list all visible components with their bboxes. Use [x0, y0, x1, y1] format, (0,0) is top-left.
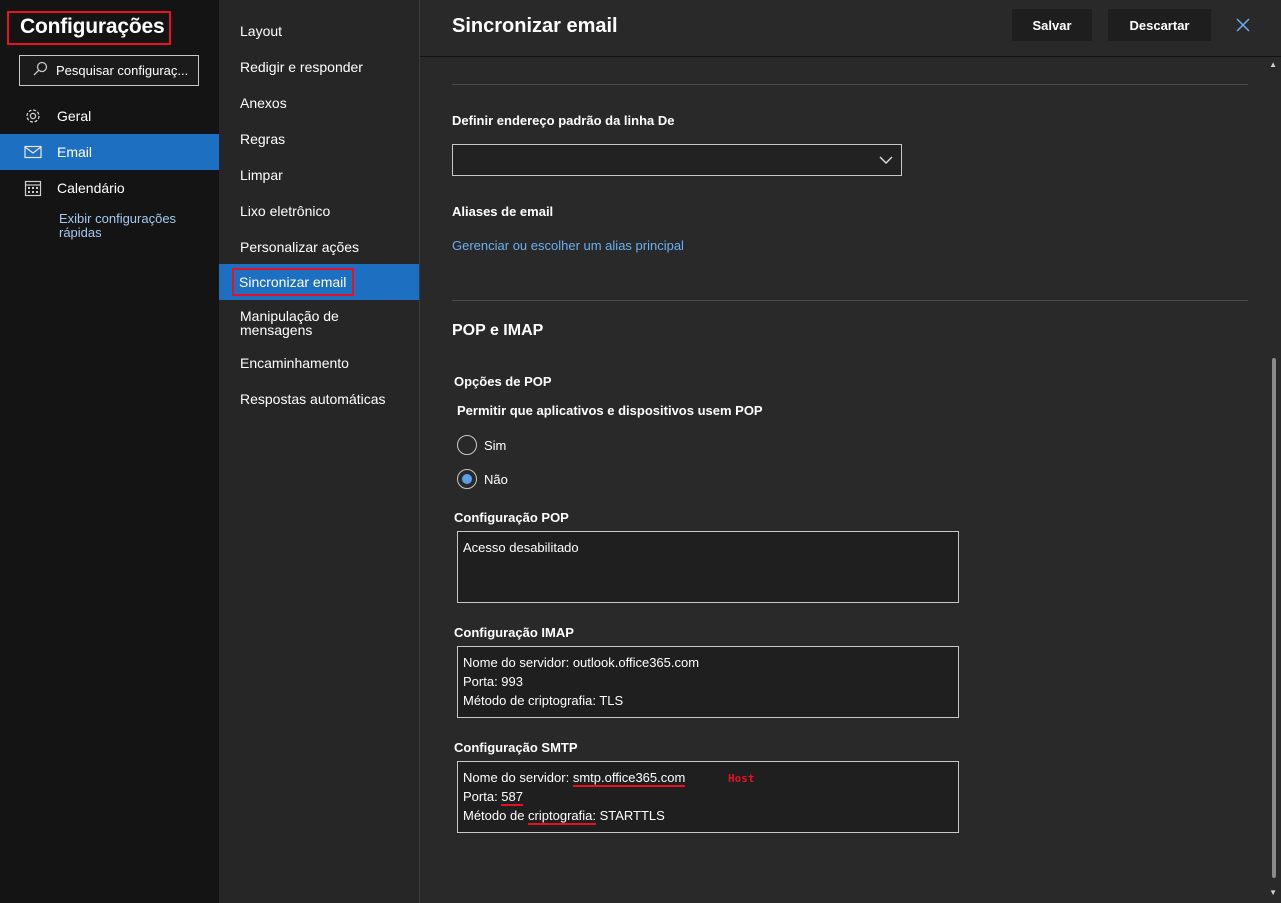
- settings-content: Definir endereço padrão da linha De Alia…: [420, 58, 1281, 903]
- radio-circle-selected: [457, 469, 477, 489]
- quick-settings-link[interactable]: Exibir configurações rápidas: [59, 212, 199, 240]
- from-address-label: Definir endereço padrão da linha De: [452, 113, 675, 128]
- divider: [452, 84, 1248, 85]
- imap-config-box: Nome do servidor: outlook.office365.com …: [457, 646, 959, 718]
- nav-calendar[interactable]: Calendário: [0, 170, 219, 206]
- email-settings-nav: Layout Redigir e responder Anexos Regras…: [219, 0, 420, 903]
- search-settings-input[interactable]: Pesquisar configuraç...: [19, 55, 199, 86]
- radio-no-label: Não: [484, 471, 508, 487]
- imap-port: Porta: 993: [463, 674, 523, 689]
- imap-encryption: Método de criptografia: TLS: [463, 693, 624, 708]
- app: Configurações Pesquisar configuraç... Ge…: [0, 0, 1281, 903]
- manage-aliases-link[interactable]: Gerenciar ou escolher um alias principal: [452, 238, 684, 253]
- mid-item-customize-actions[interactable]: Personalizar ações: [219, 234, 419, 259]
- main-panel: Sincronizar email Salvar Descartar Defin…: [420, 0, 1281, 903]
- aliases-label: Aliases de email: [452, 204, 554, 219]
- scroll-down-icon[interactable]: ▼: [1269, 888, 1277, 897]
- page-title: Sincronizar email: [452, 15, 618, 37]
- chevron-down-icon: [879, 153, 893, 171]
- mid-item-junk[interactable]: Lixo eletrônico: [219, 198, 419, 223]
- smtp-port: Porta: 587: [463, 787, 953, 806]
- mid-item-sync-email[interactable]: Sincronizar email: [219, 264, 419, 300]
- mid-item-rules[interactable]: Regras: [219, 126, 419, 151]
- smtp-crypto-underlined: criptografia:: [528, 808, 596, 825]
- radio-circle: [457, 435, 477, 455]
- divider: [452, 300, 1248, 301]
- nav-general[interactable]: Geral: [0, 98, 219, 134]
- imap-server: Nome do servidor: outlook.office365.com: [463, 655, 700, 670]
- pop-config-text: Acesso desabilitado: [463, 540, 579, 555]
- discard-button[interactable]: Descartar: [1108, 9, 1211, 41]
- mid-item-message-handling[interactable]: Manipulação de mensagens: [219, 308, 359, 338]
- nav-email[interactable]: Email: [0, 134, 219, 170]
- mid-item-auto-replies[interactable]: Respostas automáticas: [219, 386, 419, 411]
- nav-calendar-label: Calendário: [57, 180, 125, 196]
- left-nav: Configurações Pesquisar configuraç... Ge…: [0, 0, 219, 903]
- radio-pop-no[interactable]: Não: [457, 469, 508, 489]
- smtp-server-value: smtp.office365.com: [572, 770, 686, 787]
- radio-yes-label: Sim: [484, 437, 507, 453]
- gear-icon: [24, 107, 42, 125]
- search-placeholder: Pesquisar configuraç...: [56, 63, 189, 78]
- nav-general-label: Geral: [57, 108, 92, 124]
- mail-icon: [24, 143, 42, 161]
- imap-config-label: Configuração IMAP: [454, 625, 574, 640]
- mid-item-compose[interactable]: Redigir e responder: [219, 54, 419, 79]
- mid-item-layout[interactable]: Layout: [219, 18, 419, 43]
- mid-item-sweep[interactable]: Limpar: [219, 162, 419, 187]
- smtp-crypto-part: Método de: [463, 808, 529, 823]
- sync-email-label: Sincronizar email: [232, 268, 355, 296]
- scroll-up-icon[interactable]: ▲: [1269, 60, 1277, 69]
- radio-pop-yes[interactable]: Sim: [457, 435, 506, 455]
- search-icon: [32, 61, 50, 80]
- mid-item-attachments[interactable]: Anexos: [219, 90, 419, 115]
- smtp-crypto-value: STARTTLS: [595, 808, 665, 823]
- smtp-server-label: Nome do servidor:: [463, 770, 573, 785]
- smtp-server: Nome do servidor: smtp.office365.com: [463, 768, 953, 787]
- calendar-icon: [24, 179, 42, 197]
- smtp-encryption: Método de criptografia: STARTTLS: [463, 806, 953, 825]
- pop-question: Permitir que aplicativos e dispositivos …: [457, 403, 763, 418]
- pop-config-box: Acesso desabilitado: [457, 531, 959, 603]
- pop-options-label: Opções de POP: [454, 374, 552, 389]
- scrollbar-thumb[interactable]: [1272, 358, 1276, 878]
- pop-imap-heading: POP e IMAP: [452, 322, 544, 339]
- smtp-port-value: 587: [501, 789, 523, 806]
- nav-email-label: Email: [57, 144, 93, 160]
- close-icon[interactable]: [1232, 14, 1254, 36]
- pop-config-label: Configuração POP: [454, 510, 569, 525]
- smtp-port-label: Porta:: [463, 789, 502, 804]
- settings-title: Configurações: [7, 11, 171, 45]
- host-annotation: Host: [728, 772, 755, 785]
- from-address-dropdown[interactable]: [452, 144, 902, 176]
- mid-item-forwarding[interactable]: Encaminhamento: [219, 350, 419, 375]
- save-button[interactable]: Salvar: [1012, 9, 1092, 41]
- smtp-config-box: Nome do servidor: smtp.office365.com Por…: [457, 761, 959, 833]
- panel-header: Sincronizar email Salvar Descartar: [420, 0, 1281, 57]
- smtp-config-label: Configuração SMTP: [454, 740, 578, 755]
